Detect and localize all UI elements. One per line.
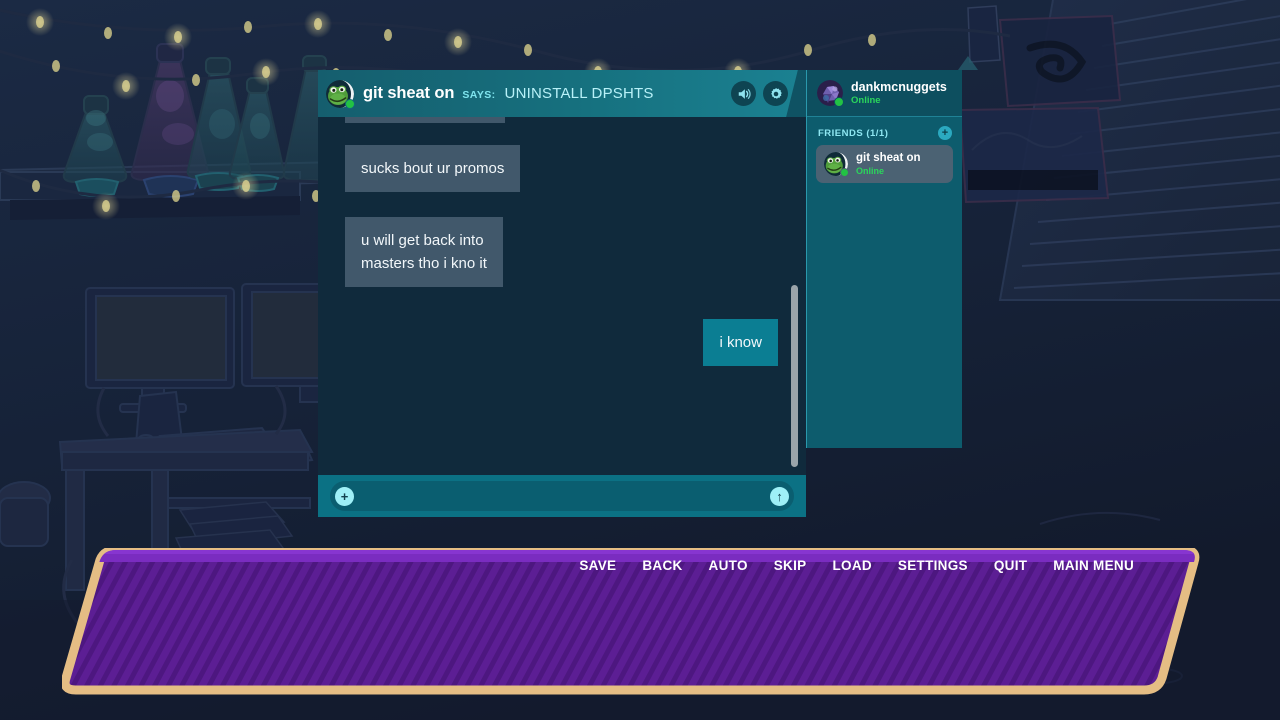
menu-item-skip[interactable]: SKIP — [774, 558, 807, 573]
menu-item-main-menu[interactable]: MAIN MENU — [1053, 558, 1134, 573]
current-user-avatar — [817, 80, 844, 107]
message-bubble-incoming: sucks bout ur promos — [345, 145, 521, 192]
message-bubble-outgoing: i know — [703, 319, 778, 366]
friends-sidebar: dankmcnuggets Online FRIENDS (1/1) + git… — [806, 70, 962, 448]
online-status-dot — [840, 168, 849, 177]
chat-partner-status-text: UNINSTALL DPSHTS — [504, 85, 654, 102]
menu-item-auto[interactable]: AUTO — [709, 558, 748, 573]
add-friend-button[interactable]: + — [938, 126, 952, 140]
message-row: sucks bout ur promos — [345, 145, 778, 192]
arrow-up-icon: ↑ — [776, 488, 783, 504]
chat-header-actions — [731, 81, 798, 106]
menu-item-load[interactable]: LOAD — [832, 558, 871, 573]
friends-count-label: FRIENDS (1/1) — [818, 127, 889, 139]
menu-item-back[interactable]: BACK — [642, 558, 682, 573]
menu-item-settings[interactable]: SETTINGS — [898, 558, 968, 573]
vn-menu-bar: SAVE BACK AUTO SKIP LOAD SETTINGS QUIT M… — [579, 558, 1134, 573]
current-user-name: dankmcnuggets — [851, 79, 947, 94]
message-input[interactable] — [354, 488, 770, 504]
friends-header: FRIENDS (1/1) + — [807, 117, 962, 145]
friend-status: Online — [856, 166, 885, 176]
chat-window: git sheat on SAYS: UNINSTALL DPSHTS suck… — [318, 70, 962, 517]
composer-field[interactable]: + ↑ — [330, 481, 794, 511]
plus-icon: + — [340, 488, 349, 504]
settings-button[interactable] — [763, 81, 788, 106]
messages-scrollbar[interactable] — [791, 285, 798, 467]
gear-icon — [770, 87, 782, 99]
message-row: u will get back into masters tho i kno i… — [345, 217, 778, 287]
message-row: i know — [345, 319, 778, 366]
friend-name: git sheat on — [856, 152, 921, 164]
chat-partner-avatar — [326, 79, 355, 109]
message-row-clipped — [345, 117, 778, 123]
chat-header: git sheat on SAYS: UNINSTALL DPSHTS — [318, 70, 806, 117]
current-user-block[interactable]: dankmcnuggets Online — [807, 70, 962, 117]
message-bubble-partial — [345, 117, 505, 123]
attach-button[interactable]: + — [335, 486, 354, 506]
says-label: SAYS: — [462, 88, 496, 101]
online-status-dot — [834, 97, 844, 107]
online-status-dot — [345, 98, 355, 109]
chat-partner-name: git sheat on — [363, 84, 455, 102]
menu-item-save[interactable]: SAVE — [579, 558, 616, 573]
messages-pane: sucks bout ur promos u will get back int… — [318, 117, 806, 475]
message-bubble-incoming: u will get back into masters tho i kno i… — [345, 217, 503, 287]
friend-info: git sheat on Online — [856, 151, 921, 177]
current-user-status: Online — [851, 94, 881, 106]
volume-button[interactable] — [731, 81, 756, 106]
current-user-info: dankmcnuggets Online — [851, 80, 947, 107]
friend-list-item[interactable]: git sheat on Online — [816, 145, 953, 183]
friend-avatar — [824, 152, 849, 177]
send-button[interactable]: ↑ — [770, 486, 789, 506]
menu-item-quit[interactable]: QUIT — [994, 558, 1027, 573]
plus-icon: + — [941, 126, 949, 139]
composer-bar: + ↑ — [318, 475, 806, 517]
messages-list: sucks bout ur promos u will get back int… — [318, 117, 806, 475]
speaker-icon — [738, 88, 751, 99]
